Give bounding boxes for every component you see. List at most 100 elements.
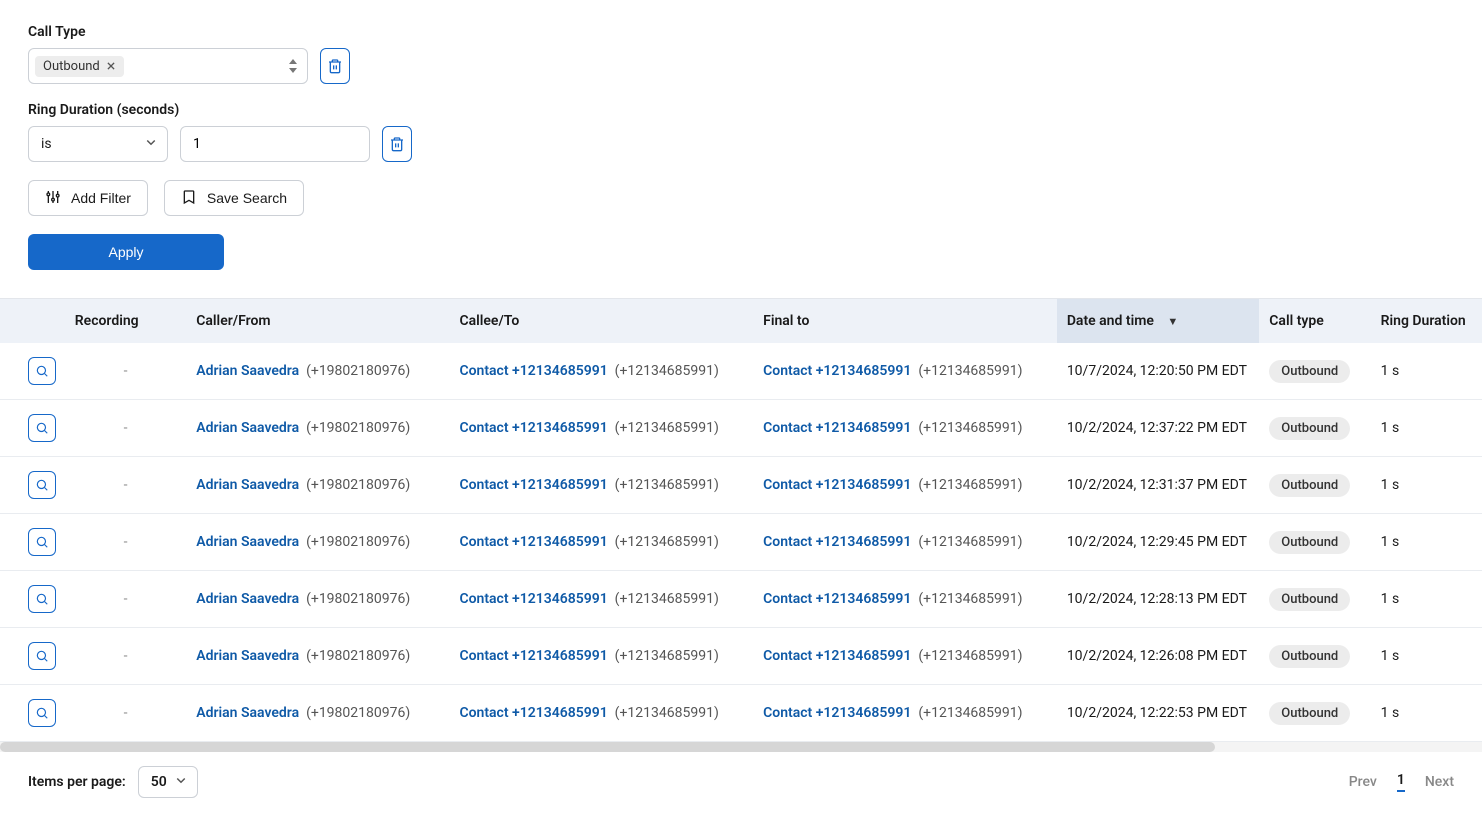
caller-phone: (+19802180976) bbox=[306, 420, 410, 436]
caller-link[interactable]: Adrian Saavedra bbox=[196, 420, 299, 436]
call-type-pill: Outbound bbox=[1269, 531, 1350, 554]
ring-duration-cell: 1 s bbox=[1371, 685, 1482, 742]
caller-link[interactable]: Adrian Saavedra bbox=[196, 534, 299, 550]
ring-duration-operator-select[interactable]: is bbox=[28, 126, 168, 162]
header-ring-duration[interactable]: Ring Duration bbox=[1371, 299, 1482, 343]
apply-row: Apply bbox=[28, 234, 1454, 270]
call-type-cell: Outbound bbox=[1259, 343, 1370, 400]
table-row: -Adrian Saavedra (+19802180976)Contact +… bbox=[0, 400, 1482, 457]
inspect-row-button[interactable] bbox=[28, 585, 56, 613]
caller-link[interactable]: Adrian Saavedra bbox=[196, 648, 299, 664]
inspect-row-button[interactable] bbox=[28, 699, 56, 727]
results-table-wrap: Recording Caller/From Callee/To Final to… bbox=[0, 298, 1482, 742]
callee-phone: (+12134685991) bbox=[615, 534, 719, 550]
ring-duration-cell: 1 s bbox=[1371, 628, 1482, 685]
recording-cell: - bbox=[65, 343, 186, 400]
items-per-page: Items per page: 50 bbox=[28, 766, 198, 798]
caller-link[interactable]: Adrian Saavedra bbox=[196, 363, 299, 379]
recording-cell: - bbox=[65, 514, 186, 571]
final-to-cell: Contact +12134685991 (+12134685991) bbox=[753, 628, 1057, 685]
ring-duration-cell: 1 s bbox=[1371, 514, 1482, 571]
final-to-link[interactable]: Contact +12134685991 bbox=[763, 534, 911, 550]
ring-duration-value-input[interactable] bbox=[180, 126, 370, 162]
sort-desc-icon: ▼ bbox=[1167, 315, 1178, 328]
caller-link[interactable]: Adrian Saavedra bbox=[196, 591, 299, 607]
apply-button[interactable]: Apply bbox=[28, 234, 224, 270]
add-filter-button[interactable]: Add Filter bbox=[28, 180, 148, 216]
add-filter-label: Add Filter bbox=[71, 190, 131, 206]
callee-phone: (+12134685991) bbox=[615, 648, 719, 664]
caller-phone: (+19802180976) bbox=[306, 534, 410, 550]
final-to-phone: (+12134685991) bbox=[918, 648, 1022, 664]
callee-link[interactable]: Contact +12134685991 bbox=[459, 477, 607, 493]
final-to-link[interactable]: Contact +12134685991 bbox=[763, 591, 911, 607]
remove-tag-icon[interactable] bbox=[106, 61, 116, 71]
callee-link[interactable]: Contact +12134685991 bbox=[459, 363, 607, 379]
call-type-pill: Outbound bbox=[1269, 588, 1350, 611]
final-to-cell: Contact +12134685991 (+12134685991) bbox=[753, 685, 1057, 742]
caller-cell: Adrian Saavedra (+19802180976) bbox=[186, 628, 449, 685]
ring-duration-operator-value: is bbox=[41, 136, 52, 152]
ring-duration-label: Ring Duration (seconds) bbox=[28, 102, 1454, 118]
call-type-cell: Outbound bbox=[1259, 685, 1370, 742]
callee-link[interactable]: Contact +12134685991 bbox=[459, 648, 607, 664]
callee-cell: Contact +12134685991 (+12134685991) bbox=[449, 685, 753, 742]
final-to-link[interactable]: Contact +12134685991 bbox=[763, 363, 911, 379]
items-per-page-select[interactable]: 50 bbox=[138, 766, 198, 798]
inspect-row-button[interactable] bbox=[28, 357, 56, 385]
scrollbar-thumb[interactable] bbox=[0, 742, 1215, 752]
inspect-row-button[interactable] bbox=[28, 414, 56, 442]
callee-link[interactable]: Contact +12134685991 bbox=[459, 705, 607, 721]
final-to-link[interactable]: Contact +12134685991 bbox=[763, 477, 911, 493]
table-row: -Adrian Saavedra (+19802180976)Contact +… bbox=[0, 571, 1482, 628]
call-type-cell: Outbound bbox=[1259, 457, 1370, 514]
callee-phone: (+12134685991) bbox=[615, 591, 719, 607]
final-to-link[interactable]: Contact +12134685991 bbox=[763, 420, 911, 436]
final-to-cell: Contact +12134685991 (+12134685991) bbox=[753, 343, 1057, 400]
table-row: -Adrian Saavedra (+19802180976) Contact +… bbox=[0, 343, 1482, 400]
delete-ring-duration-filter-button[interactable] bbox=[382, 126, 412, 162]
header-final-to[interactable]: Final to bbox=[753, 299, 1057, 343]
table-header-row: Recording Caller/From Callee/To Final to… bbox=[0, 299, 1482, 343]
date-cell: 10/2/2024, 12:31:37 PM EDT bbox=[1057, 457, 1259, 514]
callee-link[interactable]: Contact +12134685991 bbox=[459, 534, 607, 550]
pager-prev[interactable]: Prev bbox=[1349, 774, 1377, 790]
caller-cell: Adrian Saavedra (+19802180976) bbox=[186, 343, 449, 400]
callee-link[interactable]: Contact +12134685991 bbox=[459, 591, 607, 607]
date-cell: 10/2/2024, 12:37:22 PM EDT bbox=[1057, 400, 1259, 457]
call-type-multiselect[interactable]: Outbound bbox=[28, 48, 308, 84]
caller-link[interactable]: Adrian Saavedra bbox=[196, 705, 299, 721]
table-footer: Items per page: 50 Prev 1 Next bbox=[28, 752, 1454, 818]
chevron-down-icon bbox=[175, 774, 187, 790]
call-type-label: Call Type bbox=[28, 24, 1454, 40]
bookmark-icon bbox=[181, 189, 197, 208]
header-caller[interactable]: Caller/From bbox=[186, 299, 449, 343]
final-to-cell: Contact +12134685991 (+12134685991) bbox=[753, 457, 1057, 514]
date-cell: 10/2/2024, 12:26:08 PM EDT bbox=[1057, 628, 1259, 685]
final-to-link[interactable]: Contact +12134685991 bbox=[763, 648, 911, 664]
items-per-page-value: 50 bbox=[151, 774, 167, 790]
caller-cell: Adrian Saavedra (+19802180976) bbox=[186, 514, 449, 571]
pager-current[interactable]: 1 bbox=[1397, 772, 1405, 792]
delete-call-type-filter-button[interactable] bbox=[320, 48, 350, 84]
horizontal-scrollbar[interactable] bbox=[0, 742, 1482, 752]
header-callee[interactable]: Callee/To bbox=[449, 299, 753, 343]
final-to-phone: (+12134685991) bbox=[918, 591, 1022, 607]
caller-link[interactable]: Adrian Saavedra bbox=[196, 477, 299, 493]
header-date-time[interactable]: Date and time ▼ bbox=[1057, 299, 1259, 343]
callee-link[interactable]: Contact +12134685991 bbox=[459, 420, 607, 436]
header-date-label: Date and time bbox=[1067, 313, 1154, 329]
caller-phone: (+19802180976) bbox=[306, 705, 410, 721]
header-call-type[interactable]: Call type bbox=[1259, 299, 1370, 343]
ring-duration-cell: 1 s bbox=[1371, 400, 1482, 457]
ring-duration-cell: 1 s bbox=[1371, 571, 1482, 628]
inspect-row-button[interactable] bbox=[28, 471, 56, 499]
inspect-row-button[interactable] bbox=[28, 642, 56, 670]
final-to-link[interactable]: Contact +12134685991 bbox=[763, 705, 911, 721]
save-search-button[interactable]: Save Search bbox=[164, 180, 304, 216]
header-recording[interactable]: Recording bbox=[65, 299, 186, 343]
pager-next[interactable]: Next bbox=[1425, 774, 1454, 790]
inspect-row-button[interactable] bbox=[28, 528, 56, 556]
table-row: -Adrian Saavedra (+19802180976) Contact +… bbox=[0, 514, 1482, 571]
callee-cell: Contact +12134685991 (+12134685991) bbox=[449, 628, 753, 685]
